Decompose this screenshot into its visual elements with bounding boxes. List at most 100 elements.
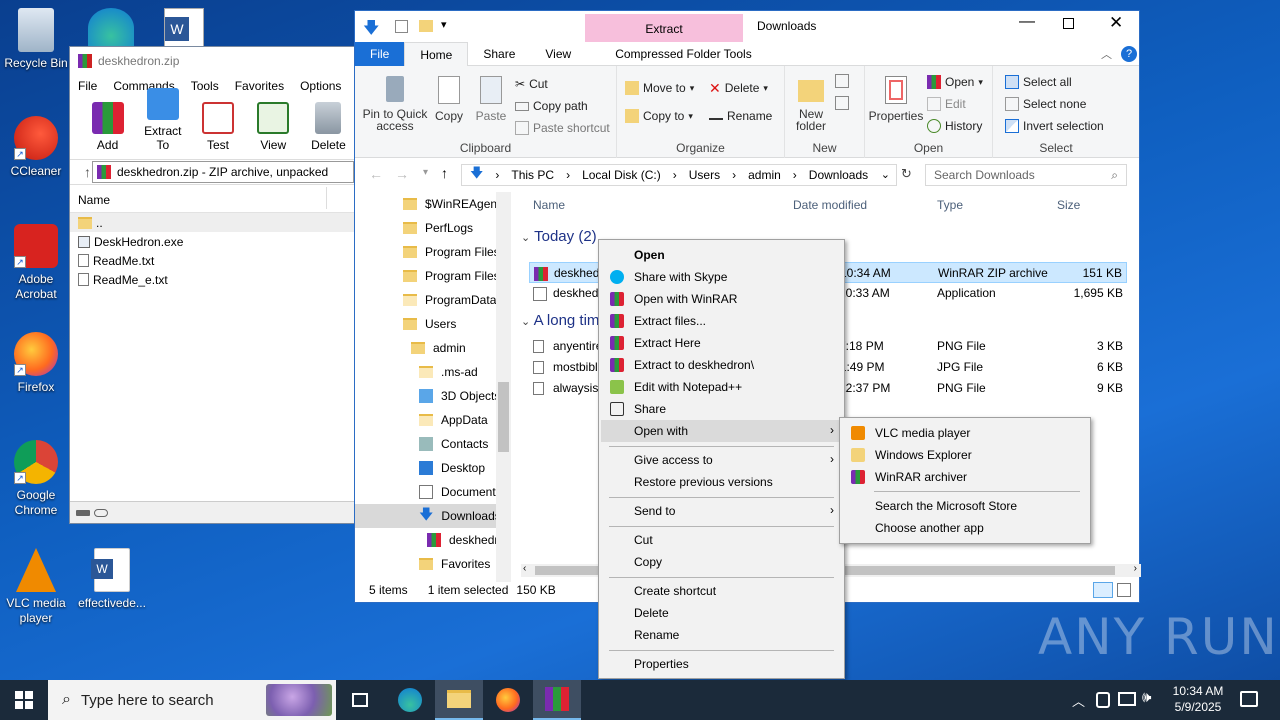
menu-tools[interactable]: Tools xyxy=(191,79,219,93)
desktop-icon-ccleaner[interactable]: ↗ CCleaner xyxy=(0,116,72,179)
view-button[interactable]: View xyxy=(248,102,299,155)
menu-item-create-shortcut[interactable]: Create shortcut xyxy=(601,580,842,602)
minimize-button[interactable]: — xyxy=(1019,13,1035,31)
list-item[interactable]: ReadMe_e.txt xyxy=(70,270,354,289)
task-view-button[interactable] xyxy=(336,680,384,720)
desktop-icon-document[interactable]: W effectivede... xyxy=(76,548,148,611)
address-dropdown-icon[interactable]: ⌄ xyxy=(881,168,890,181)
tree-item-selected[interactable]: 🡇 Downloads xyxy=(355,504,511,528)
tree-item[interactable]: Users xyxy=(403,312,456,336)
winrar-path-box[interactable]: deskhedron.zip - ZIP archive, unpacked xyxy=(92,161,354,183)
menu-item-properties[interactable]: Properties xyxy=(601,653,842,675)
tree-item[interactable]: Program Files xyxy=(403,240,500,264)
breadcrumb-this-pc[interactable]: This PC xyxy=(511,168,554,182)
rename-button[interactable]: Rename xyxy=(709,106,772,126)
menu-item-share[interactable]: Share xyxy=(601,398,842,420)
menu-item-copy[interactable]: Copy xyxy=(601,551,842,573)
breadcrumb-local-disk[interactable]: Local Disk (C:) xyxy=(582,168,661,182)
copy-button[interactable]: Copy xyxy=(431,76,467,122)
forward-arrow-icon[interactable]: → xyxy=(395,166,409,182)
test-button[interactable]: Test xyxy=(192,102,243,155)
nav-scrollbar-thumb[interactable] xyxy=(498,382,509,452)
up-arrow-icon[interactable]: ↑ xyxy=(441,165,448,181)
tree-item[interactable]: admin xyxy=(411,336,466,360)
taskbar-firefox[interactable] xyxy=(484,680,532,720)
search-box[interactable]: Search Downloads ⌕ xyxy=(925,164,1127,186)
extract-to-button[interactable]: Extract To xyxy=(137,88,188,155)
nav-scrollbar[interactable] xyxy=(496,192,511,582)
group-header-long-ago[interactable]: ⌄ A long tim xyxy=(521,312,599,329)
select-all-button[interactable]: Select all xyxy=(1005,72,1072,92)
taskbar-edge[interactable] xyxy=(386,680,434,720)
breadcrumb-downloads[interactable]: Downloads xyxy=(809,168,868,182)
menu-item-open-with[interactable]: Open with › xyxy=(601,420,842,442)
copy-path-button[interactable]: Copy path xyxy=(515,96,588,116)
history-button[interactable]: History xyxy=(927,116,982,136)
tab-file[interactable]: File xyxy=(355,41,405,66)
add-button[interactable]: Add xyxy=(82,102,133,155)
desktop-icon-chrome[interactable]: ↗ Google Chrome xyxy=(0,440,72,518)
desktop-icon-adobe-acrobat[interactable]: ↗ Adobe Acrobat xyxy=(0,224,72,302)
submenu-item-windows-explorer[interactable]: Windows Explorer xyxy=(842,444,1088,466)
tree-item[interactable]: .ms-ad xyxy=(419,360,478,384)
close-button[interactable]: ✕ xyxy=(1109,13,1123,33)
easy-access-icon[interactable] xyxy=(835,96,849,110)
paste-button[interactable]: Paste xyxy=(471,76,511,122)
tab-view[interactable]: View xyxy=(530,42,586,66)
winrar-window[interactable]: deskhedron.zip File Commands Tools Favor… xyxy=(69,46,373,524)
group-header-today[interactable]: ⌄ Today (2) xyxy=(521,228,597,245)
paste-shortcut-button[interactable]: Paste shortcut xyxy=(515,118,610,138)
tab-home[interactable]: Home xyxy=(404,41,469,66)
winrar-list-header[interactable]: Name xyxy=(70,187,354,213)
menu-item-cut[interactable]: Cut xyxy=(601,529,842,551)
recent-dropdown-icon[interactable]: ▾ xyxy=(423,167,428,178)
explorer-title-bar[interactable]: 🡇 ▾ Extract Downloads — ✕ xyxy=(355,11,1139,42)
tree-item[interactable]: PerfLogs xyxy=(403,216,473,240)
collapse-ribbon-icon[interactable]: ︿ xyxy=(1101,46,1112,62)
list-item[interactable]: ReadMe.txt xyxy=(70,251,354,270)
show-hidden-icons-icon[interactable]: ︿ xyxy=(1072,691,1085,710)
scroll-right-icon[interactable]: › xyxy=(1134,563,1137,574)
desktop-icon-firefox[interactable]: ↗ Firefox xyxy=(0,332,72,395)
large-icons-view-icon[interactable] xyxy=(1117,583,1131,597)
submenu-item-vlc[interactable]: VLC media player xyxy=(842,422,1088,444)
tree-item[interactable]: Documents xyxy=(419,480,502,504)
menu-item-open-winrar[interactable]: Open with WinRAR xyxy=(601,288,842,310)
clock[interactable]: 10:34 AM 5/9/2025 xyxy=(1162,683,1234,715)
invert-selection-button[interactable]: Invert selection xyxy=(1005,116,1104,136)
menu-item-delete[interactable]: Delete xyxy=(601,602,842,624)
column-header-name[interactable]: Name xyxy=(533,198,565,212)
tree-item[interactable]: $WinREAgent xyxy=(403,192,500,216)
new-folder-button[interactable]: New folder xyxy=(791,76,831,132)
delete-ribbon-button[interactable]: ✕ Delete ▾ xyxy=(709,78,768,98)
desktop-icon-recycle-bin[interactable]: Recycle Bin xyxy=(0,8,72,71)
edge-desktop-icon[interactable] xyxy=(88,8,134,48)
move-to-button[interactable]: Move to ▾ xyxy=(625,78,694,98)
tree-item[interactable]: AppData xyxy=(419,408,488,432)
taskbar-file-explorer[interactable] xyxy=(435,680,483,720)
menu-item-extract-to[interactable]: Extract to deskhedron\ xyxy=(601,354,842,376)
tab-share[interactable]: Share xyxy=(468,42,530,66)
maximize-button[interactable] xyxy=(1063,18,1074,29)
tree-item[interactable]: Desktop xyxy=(419,456,485,480)
start-button[interactable] xyxy=(0,680,48,720)
submenu-item-winrar[interactable]: WinRAR archiver xyxy=(842,466,1088,488)
qat-dropdown-icon[interactable]: ▾ xyxy=(441,18,447,31)
qat-properties-icon[interactable] xyxy=(395,20,408,33)
list-item[interactable]: DeskHedron.exe xyxy=(70,232,354,251)
list-item-parent[interactable]: .. xyxy=(70,213,354,232)
breadcrumb-users[interactable]: Users xyxy=(689,168,720,182)
menu-favorites[interactable]: Favorites xyxy=(235,79,284,93)
column-header-date[interactable]: Date modified xyxy=(793,198,867,212)
tab-compressed-folder-tools[interactable]: Compressed Folder Tools xyxy=(600,42,767,66)
tree-item[interactable]: ProgramData xyxy=(403,288,496,312)
breadcrumb-admin[interactable]: admin xyxy=(748,168,781,182)
tree-item[interactable]: Program Files xyxy=(403,264,500,288)
menu-item-extract-files[interactable]: Extract files... xyxy=(601,310,842,332)
address-bar[interactable]: 🡇 › This PC › Local Disk (C:) › Users › … xyxy=(461,164,897,186)
open-button[interactable]: Open ▾ xyxy=(927,72,983,92)
menu-options[interactable]: Options xyxy=(300,79,341,93)
menu-file[interactable]: File xyxy=(78,79,97,93)
desktop-icon-vlc[interactable]: VLC media player xyxy=(0,548,72,626)
menu-item-extract-here[interactable]: Extract Here xyxy=(601,332,842,354)
